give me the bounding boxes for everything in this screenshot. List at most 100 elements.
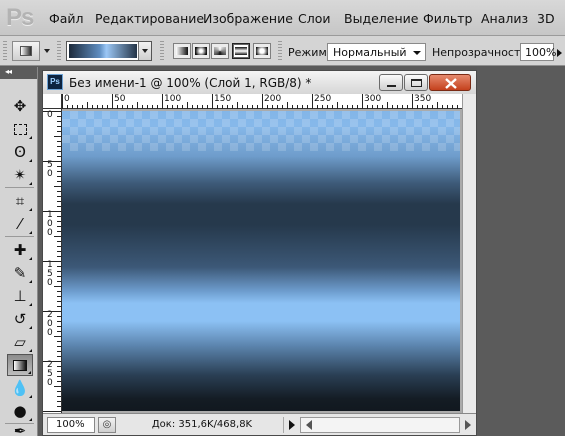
ruler-tick (57, 246, 61, 247)
crop-tool[interactable]: ⌗ (7, 190, 33, 212)
blur-tool[interactable]: 💧 (7, 377, 33, 399)
submenu-corner-icon (29, 418, 32, 421)
options-bar: Режим: Непрозрачность: (0, 36, 565, 66)
marquee-tool[interactable] (7, 118, 33, 140)
ruler-tick (162, 94, 163, 109)
marquee-icon (13, 123, 27, 135)
document-title-bar[interactable]: Ps Без имени-1 @ 100% (Слой 1, RGB/8) * (43, 71, 476, 94)
mode-label: Режим: (288, 46, 331, 59)
zoom-preview-icon[interactable]: ◎ (98, 417, 116, 433)
submenu-corner-icon (28, 371, 31, 374)
menu-file[interactable]: Файл (49, 11, 84, 26)
clone-stamp-tool[interactable]: ⊥ (7, 285, 33, 307)
ruler-label: 0 (64, 94, 70, 104)
ruler-tick (57, 121, 61, 122)
move-tool[interactable]: ✥ (7, 95, 33, 117)
ruler-tick (43, 411, 61, 412)
close-button[interactable] (429, 74, 471, 91)
status-menu-arrow-icon[interactable] (289, 420, 295, 430)
eyedropper-tool[interactable]: ⁄ (7, 213, 33, 235)
menu-edit[interactable]: Редактирование (95, 11, 204, 26)
collapse-icon[interactable]: ◂◂ (5, 67, 12, 76)
canvas-area[interactable] (62, 109, 462, 413)
document-ps-icon: Ps (47, 74, 63, 90)
horizontal-scrollbar[interactable] (300, 417, 460, 433)
radial-gradient-button[interactable] (192, 43, 210, 59)
tool-preset-picker[interactable] (12, 41, 40, 61)
brush-tool[interactable]: ✎ (7, 262, 33, 284)
gradient-preview[interactable] (69, 44, 137, 58)
diamond-gradient-button[interactable] (253, 43, 271, 59)
ruler-tick (57, 316, 61, 317)
ruler-tick (57, 241, 61, 242)
ruler-tick (43, 111, 61, 112)
menu-layers[interactable]: Слои (298, 11, 331, 26)
pen-tool[interactable]: ✒ (7, 425, 33, 436)
ruler-tick (187, 102, 188, 109)
ruler-tick (57, 216, 61, 217)
magic-wand-tool[interactable]: ✴ (7, 164, 33, 186)
angle-gradient-button[interactable] (211, 43, 229, 59)
blend-mode-select[interactable]: Нормальный (327, 43, 426, 61)
zoom-level-input[interactable]: 100% (47, 417, 95, 433)
linear-gradient-button[interactable] (173, 43, 191, 59)
submenu-corner-icon (29, 231, 32, 234)
status-bar: 100% ◎ Док: 351,6K/468,8K (43, 413, 476, 435)
ruler-label: 150 (214, 94, 232, 104)
preset-dropdown-arrow-icon[interactable] (44, 49, 50, 53)
diamond-gradient-icon (256, 47, 268, 55)
submenu-corner-icon (29, 257, 32, 260)
ruler-label: 100 (47, 210, 53, 238)
scroll-right-arrow-icon[interactable] (465, 420, 471, 430)
document-title: Без имени-1 @ 100% (Слой 1, RGB/8) * (69, 76, 312, 90)
ruler-tick (57, 221, 61, 222)
ruler-tick (54, 186, 61, 187)
opacity-slider-arrow-icon[interactable] (557, 49, 562, 57)
menu-image[interactable]: Изображение (203, 11, 293, 26)
tools-panel-header[interactable]: ◂◂ (0, 67, 37, 79)
ruler-tick (43, 211, 61, 212)
tools-divider (5, 236, 34, 237)
ruler-tick (337, 102, 338, 109)
maximize-button[interactable] (404, 74, 428, 91)
ruler-tick (43, 361, 61, 362)
vertical-scrollbar[interactable] (462, 94, 476, 413)
opacity-input[interactable]: 100% (520, 43, 556, 61)
minimize-button[interactable] (379, 74, 403, 91)
blend-mode-value: Нормальный (333, 46, 407, 59)
ruler-tick (312, 94, 313, 109)
ruler-tick (43, 261, 61, 262)
lasso-tool[interactable]: ʘ (7, 141, 33, 163)
menu-bar: Ps Файл Редактирование Изображение Слои … (0, 0, 565, 36)
horizontal-ruler[interactable]: 0 50 100 150 200 250 300 350 (62, 94, 463, 109)
dodge-tool[interactable]: ● (7, 400, 33, 422)
menu-3d[interactable]: 3D (537, 11, 555, 26)
chevron-down-icon (413, 51, 421, 55)
gradient-editor-field[interactable] (66, 41, 152, 61)
vertical-ruler[interactable]: 0 50 100 150 200 250 (43, 109, 62, 413)
move-icon: ✥ (13, 97, 27, 115)
history-brush-tool[interactable]: ↺ (7, 308, 33, 330)
clone-stamp-icon: ⊥ (13, 287, 27, 305)
healing-brush-tool[interactable]: ✚ (7, 239, 33, 261)
ruler-tick (54, 336, 61, 337)
image-canvas[interactable] (62, 111, 460, 411)
app-logo: Ps (6, 4, 34, 31)
menu-analysis[interactable]: Анализ (481, 11, 528, 26)
gradient-tool[interactable] (7, 354, 33, 376)
ruler-tick (57, 266, 61, 267)
ruler-tick (57, 406, 61, 407)
ruler-origin[interactable] (43, 94, 62, 109)
gradient-dropdown-arrow-icon[interactable] (138, 42, 151, 60)
reflected-gradient-button[interactable] (232, 43, 250, 59)
eraser-tool[interactable]: ▱ (7, 331, 33, 353)
eyedropper-icon: ⁄ (18, 215, 22, 233)
ruler-tick (57, 206, 61, 207)
scroll-left-arrow-icon[interactable] (306, 420, 312, 430)
linear-gradient-icon (176, 47, 188, 55)
ruler-label: 200 (264, 94, 282, 104)
ruler-tick (54, 136, 61, 137)
menu-select[interactable]: Выделение (344, 11, 418, 26)
options-bar-grip[interactable] (3, 41, 7, 61)
menu-filter[interactable]: Фильтр (423, 11, 472, 26)
